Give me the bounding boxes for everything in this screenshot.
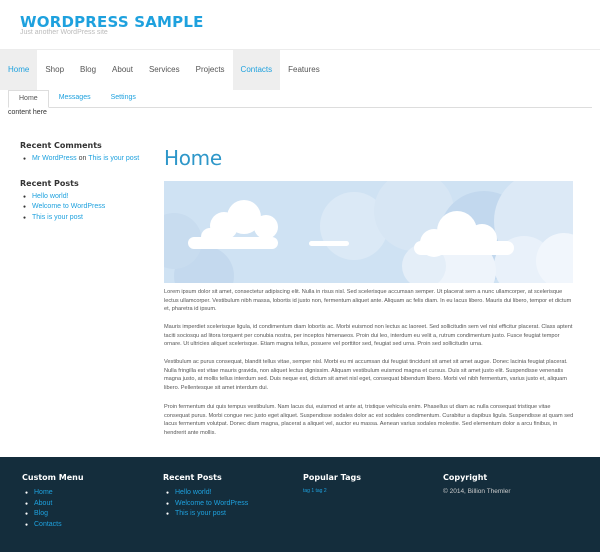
tag-cloud: tag 1 tag 2 bbox=[303, 488, 433, 494]
body-paragraph: Proin fermentum dui quis tempus vestibul… bbox=[164, 404, 574, 436]
comment-author-link[interactable]: Mr WordPress bbox=[32, 155, 77, 162]
hero-cloud-image bbox=[146, 171, 594, 306]
post-link[interactable]: Hello world! bbox=[32, 193, 69, 200]
comment-on-text: on bbox=[78, 155, 87, 162]
nav-item-blog[interactable]: Blog bbox=[72, 50, 104, 90]
footer-custom-menu: Custom Menu Home About Blog Contacts bbox=[22, 473, 152, 530]
footer-copyright-title: Copyright bbox=[443, 473, 488, 482]
footer-post-link[interactable]: This is your post bbox=[163, 509, 293, 520]
site-tagline: Just another WordPress site bbox=[20, 29, 108, 36]
footer-copyright: Copyright © 2014, Billion Themler bbox=[443, 473, 573, 495]
sidebar: Recent Comments Mr WordPress on This is … bbox=[20, 141, 150, 237]
tab-messages[interactable]: Messages bbox=[49, 90, 101, 108]
recent-posts-title: Recent Posts bbox=[20, 178, 79, 188]
recent-comments-list: Mr WordPress on This is your post bbox=[20, 154, 150, 165]
body-paragraph: Lorem ipsum dolor sit amet, consectetur … bbox=[164, 289, 572, 313]
sub-nav-tabs: Home Messages Settings bbox=[8, 90, 592, 108]
tag-link[interactable]: tag 2 bbox=[316, 488, 327, 494]
comment-post-link[interactable]: This is your post bbox=[88, 155, 139, 162]
main-nav: Home Shop Blog About Services Projects C… bbox=[0, 50, 600, 90]
footer-popular-tags: Popular Tags tag 1 tag 2 bbox=[303, 473, 433, 494]
body-paragraph: Vestibulum ac purus consequat, blandit t… bbox=[164, 359, 568, 391]
list-item: Mr WordPress on This is your post bbox=[20, 154, 150, 165]
list-item: This is your post bbox=[20, 213, 150, 224]
nav-item-projects[interactable]: Projects bbox=[188, 50, 233, 90]
list-item: Hello world! bbox=[20, 192, 150, 203]
nav-item-services[interactable]: Services bbox=[141, 50, 188, 90]
footer-menu-item-contacts[interactable]: Contacts bbox=[22, 520, 152, 531]
nav-item-shop[interactable]: Shop bbox=[37, 50, 72, 90]
body-paragraph: Mauris imperdiet scelerisque ligula, id … bbox=[164, 324, 573, 348]
footer-recent-posts: Recent Posts Hello world! Welcome to Wor… bbox=[163, 473, 293, 520]
main-content: Home Lorem ipsum dolor sit amet, consect… bbox=[146, 146, 594, 436]
post-link[interactable]: This is your post bbox=[32, 214, 83, 221]
recent-posts-list: Hello world! Welcome to WordPress This i… bbox=[20, 192, 150, 224]
nav-item-home[interactable]: Home bbox=[0, 50, 38, 90]
nav-item-features[interactable]: Features bbox=[280, 50, 328, 90]
site-footer: Custom Menu Home About Blog Contacts Rec… bbox=[0, 457, 600, 552]
page-title: Home bbox=[164, 146, 222, 170]
footer-menu-item-blog[interactable]: Blog bbox=[22, 509, 152, 520]
post-link[interactable]: Welcome to WordPress bbox=[32, 203, 105, 210]
site-header: WORDPRESS SAMPLE Just another WordPress … bbox=[0, 0, 600, 50]
footer-post-link[interactable]: Welcome to WordPress bbox=[163, 499, 293, 510]
footer-post-link[interactable]: Hello world! bbox=[163, 488, 293, 499]
nav-item-contacts[interactable]: Contacts bbox=[232, 50, 281, 90]
nav-item-about[interactable]: About bbox=[104, 50, 141, 90]
footer-menu-item-about[interactable]: About bbox=[22, 499, 152, 510]
cloud-illustration bbox=[146, 171, 594, 306]
footer-menu-item-home[interactable]: Home bbox=[22, 488, 152, 499]
list-item: Welcome to WordPress bbox=[20, 202, 150, 213]
tab-home[interactable]: Home bbox=[8, 90, 49, 108]
tab-content-text: content here bbox=[8, 109, 47, 116]
tab-settings[interactable]: Settings bbox=[101, 90, 146, 108]
copyright-text: © 2014, Billion Themler bbox=[443, 488, 511, 495]
recent-comments-title: Recent Comments bbox=[20, 141, 102, 150]
footer-recent-posts-title: Recent Posts bbox=[163, 473, 222, 482]
footer-custom-menu-title: Custom Menu bbox=[22, 473, 84, 482]
footer-popular-tags-title: Popular Tags bbox=[303, 473, 361, 482]
tag-link[interactable]: tag 1 bbox=[303, 488, 314, 494]
